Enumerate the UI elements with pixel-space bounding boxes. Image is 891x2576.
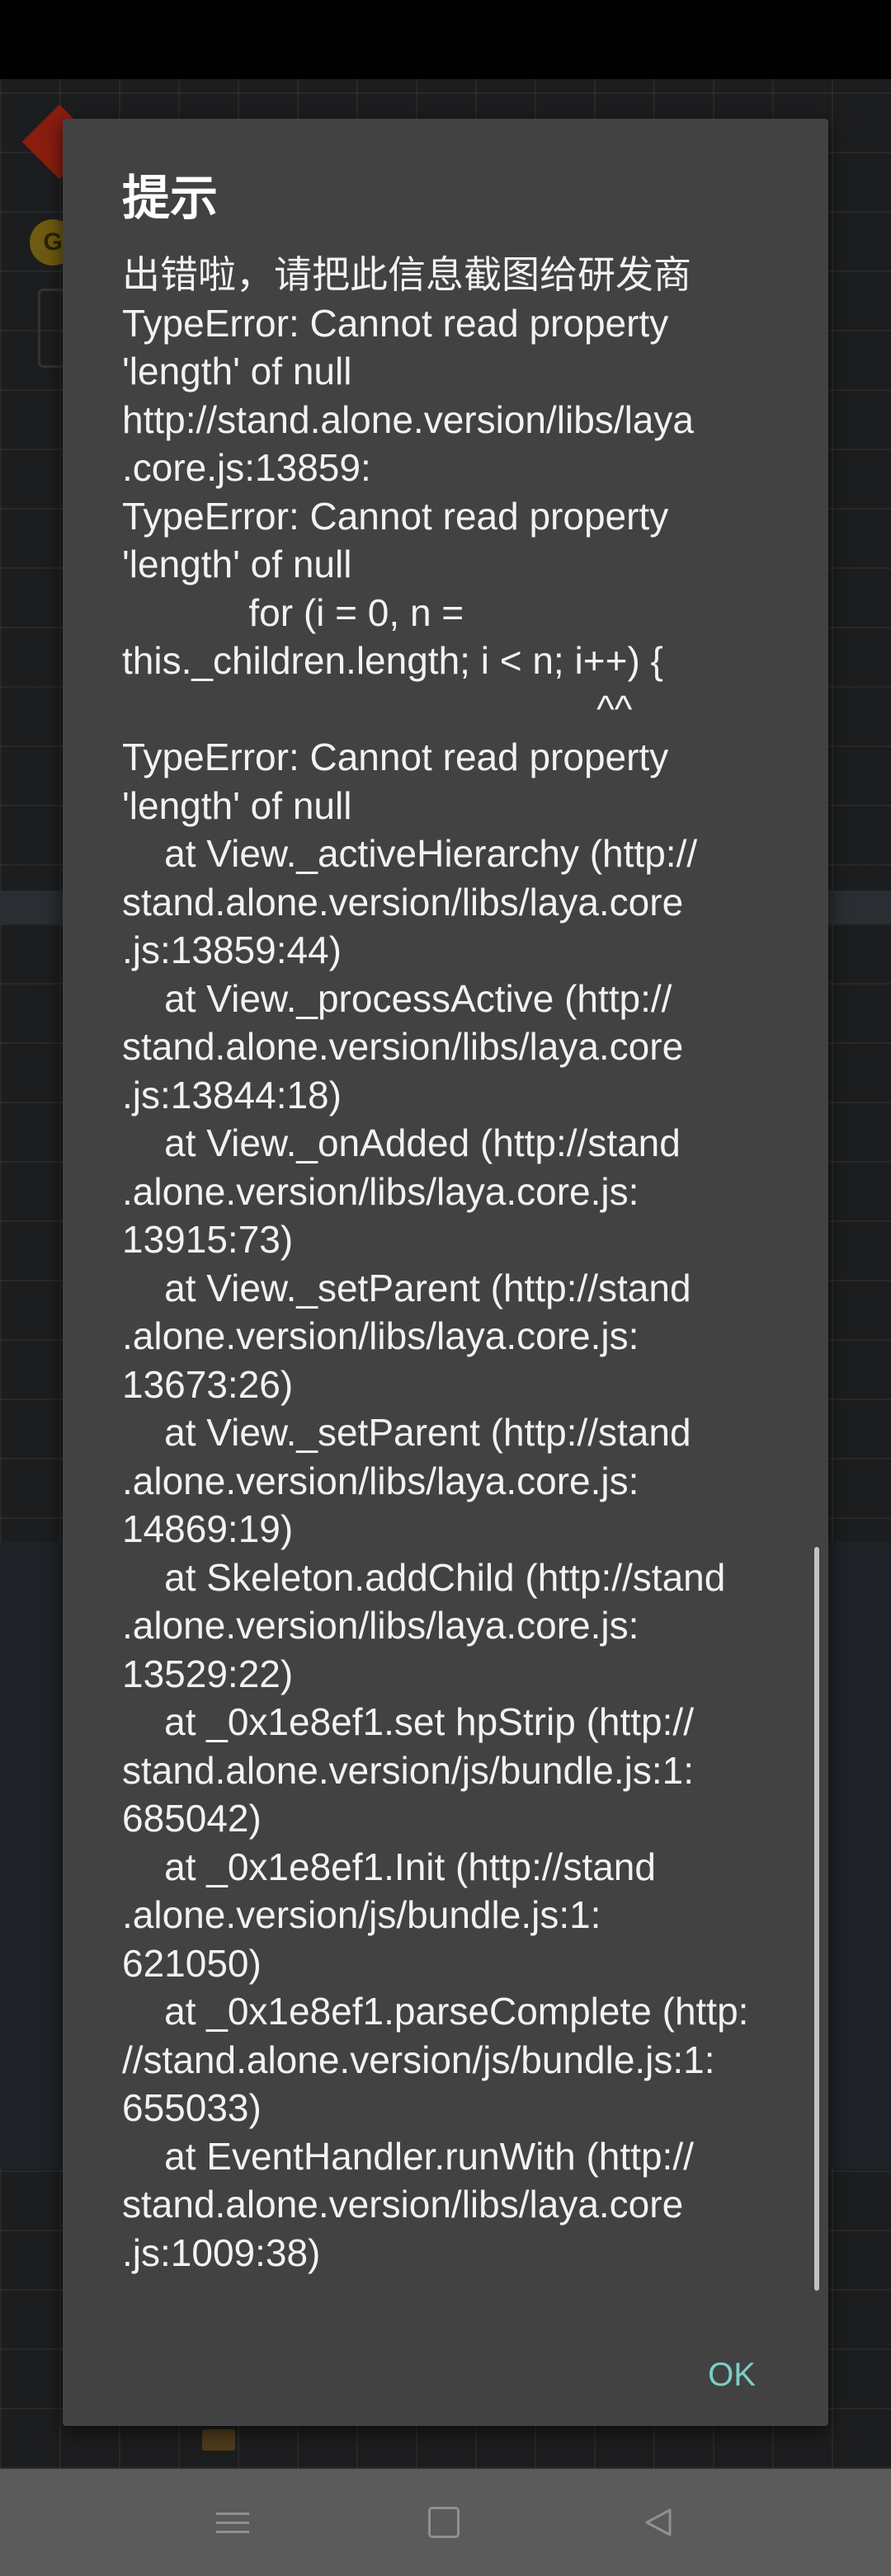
game-marker [202, 2429, 235, 2451]
dialog-title: 提示 [122, 170, 219, 226]
home-button[interactable] [378, 2469, 510, 2576]
error-dialog: 提示 出错啦，请把此信息截图给研发商 TypeError: Cannot rea… [63, 119, 828, 2426]
recent-apps-button[interactable] [167, 2469, 299, 2576]
back-icon [645, 2508, 672, 2536]
menu-icon [216, 2506, 249, 2540]
navigation-bar [0, 2469, 891, 2576]
ok-button[interactable]: OK [678, 2342, 785, 2408]
back-button[interactable] [592, 2469, 724, 2576]
dialog-scrollbar[interactable] [814, 1547, 819, 2291]
status-bar [0, 0, 891, 79]
dialog-message: 出错啦，请把此信息截图给研发商 TypeError: Cannot read p… [122, 253, 749, 2274]
home-icon [428, 2507, 460, 2538]
